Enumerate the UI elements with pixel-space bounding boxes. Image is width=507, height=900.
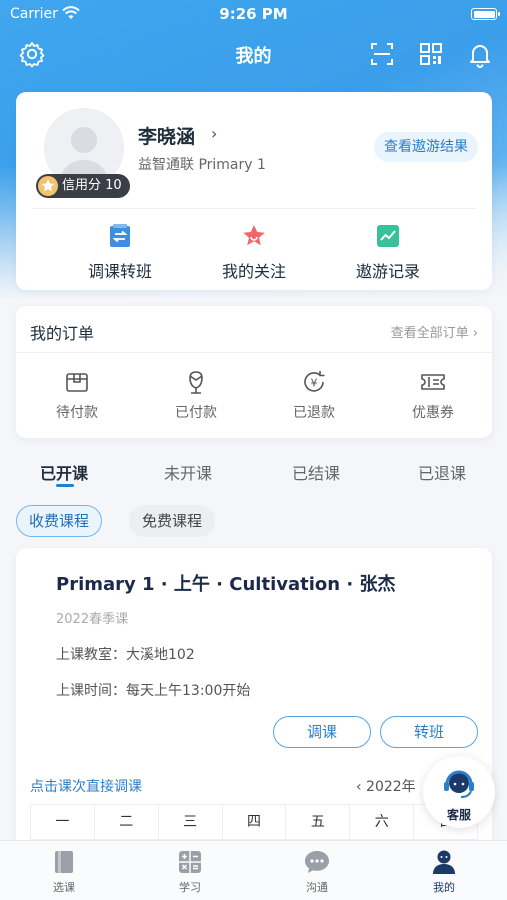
customer-service-label: 客服	[446, 808, 471, 822]
quick-action-label: 遨游记录	[355, 262, 420, 281]
weekday-header-row: 一 二 三 四 五 六 日	[30, 804, 478, 840]
active-tab-indicator	[56, 484, 74, 487]
bottom-tab-bar: 选课 学习 沟通 我的	[0, 840, 507, 900]
order-status-label: 待付款	[56, 405, 98, 421]
tabbar-label: 学习	[179, 881, 201, 894]
coupon-icon	[419, 368, 447, 396]
tabbar-item-me[interactable]: 我的	[404, 847, 484, 895]
orders-card: 我的订单 查看全部订单 › 待付款 已付款 ¥ 已退款 优惠券	[16, 306, 492, 438]
refund-icon: ¥	[300, 368, 328, 396]
view-all-orders-link[interactable]: 查看全部订单 ›	[391, 322, 478, 341]
tabbar-label: 沟通	[306, 881, 328, 894]
tabbar-item-study[interactable]: 学习	[150, 847, 230, 895]
tab-finished[interactable]: 已结课	[292, 460, 340, 484]
tab-withdrawn[interactable]: 已退课	[418, 460, 466, 484]
quick-action-label: 我的关注	[221, 262, 286, 281]
status-bar: Carrier 9:26 PM	[0, 0, 507, 28]
orders-title: 我的订单	[30, 324, 95, 343]
quick-action-journey-records[interactable]: 遨游记录	[318, 222, 458, 282]
user-school-grade: 益智通联 Primary 1	[138, 157, 266, 173]
book-icon	[49, 847, 79, 877]
headset-agent-icon	[444, 770, 474, 798]
divider	[16, 352, 492, 353]
adjust-hint-link[interactable]: 点击课次直接调课	[30, 776, 142, 796]
course-title: Primary 1 · 上午 · Cultivation · 张杰	[56, 574, 396, 595]
quick-action-swap-class[interactable]: 调课转班	[50, 222, 190, 282]
weekday-cell: 四	[223, 805, 287, 839]
quick-action-follow[interactable]: 我的关注	[184, 222, 324, 282]
weekday-cell: 二	[95, 805, 159, 839]
weekday-cell: 一	[31, 805, 95, 839]
chip-paid-courses[interactable]: 收费课程	[16, 505, 103, 537]
weekday-cell: 六	[350, 805, 415, 839]
order-refunded[interactable]: ¥ 已退款	[264, 368, 364, 422]
scan-icon[interactable]	[368, 40, 396, 68]
person-icon	[429, 847, 459, 877]
swap-class-icon	[106, 222, 134, 250]
transfer-class-button[interactable]: 转班	[380, 716, 478, 748]
order-status-label: 已付款	[175, 405, 217, 421]
course-time: 上课时间：每天上午13:00开始	[56, 683, 251, 699]
pending-payment-icon	[63, 368, 91, 396]
divider	[32, 208, 476, 209]
weekday-cell: 五	[286, 805, 351, 839]
star-badge-icon	[38, 176, 58, 196]
credit-score-badge: 信用分 10	[36, 174, 130, 198]
star-icon	[240, 222, 268, 250]
course-card[interactable]: Primary 1 · 上午 · Cultivation · 张杰 2022春季…	[16, 548, 492, 848]
clock: 9:26 PM	[219, 5, 288, 23]
quick-action-label: 调课转班	[87, 262, 152, 281]
profile-card: 信用分 10 李晓涵 › 益智通联 Primary 1 查看遨游结果 调课转班 …	[16, 92, 492, 290]
qrcode-icon[interactable]	[417, 40, 445, 68]
order-pending-payment[interactable]: 待付款	[27, 368, 127, 422]
tabbar-label: 选课	[53, 881, 75, 894]
tabbar-item-courses[interactable]: 选课	[24, 847, 104, 895]
calculator-icon	[175, 847, 205, 877]
tabbar-item-chat[interactable]: 沟通	[277, 847, 357, 895]
tab-started[interactable]: 已开课	[40, 460, 88, 484]
order-status-label: 优惠券	[412, 405, 454, 421]
adjust-course-button[interactable]: 调课	[273, 716, 371, 748]
year-navigator[interactable]: ‹ 2022年	[356, 776, 416, 796]
bell-icon[interactable]	[466, 40, 494, 68]
order-paid[interactable]: 已付款	[146, 368, 246, 422]
chat-icon	[302, 847, 332, 877]
battery-icon	[471, 8, 500, 20]
course-season: 2022春季课	[56, 612, 129, 627]
view-results-button[interactable]: 查看遨游结果	[374, 132, 478, 162]
order-status-label: 已退款	[293, 405, 335, 421]
trend-chart-icon	[374, 222, 402, 250]
chevron-right-icon[interactable]: ›	[211, 124, 217, 143]
svg-text:¥: ¥	[311, 377, 318, 390]
course-classroom: 上课教室：大溪地102	[56, 647, 195, 663]
credit-score-label: 信用分 10	[62, 178, 122, 193]
top-nav-bar: 我的	[0, 32, 507, 76]
tab-not-started[interactable]: 未开课	[164, 460, 212, 484]
weekday-cell: 三	[159, 805, 223, 839]
paid-icon	[182, 368, 210, 396]
chip-free-courses[interactable]: 免费课程	[129, 505, 216, 537]
tabbar-label: 我的	[433, 881, 455, 894]
user-name[interactable]: 李晓涵	[138, 122, 195, 149]
order-coupons[interactable]: 优惠券	[383, 368, 483, 422]
customer-service-button[interactable]: 客服	[423, 756, 495, 828]
